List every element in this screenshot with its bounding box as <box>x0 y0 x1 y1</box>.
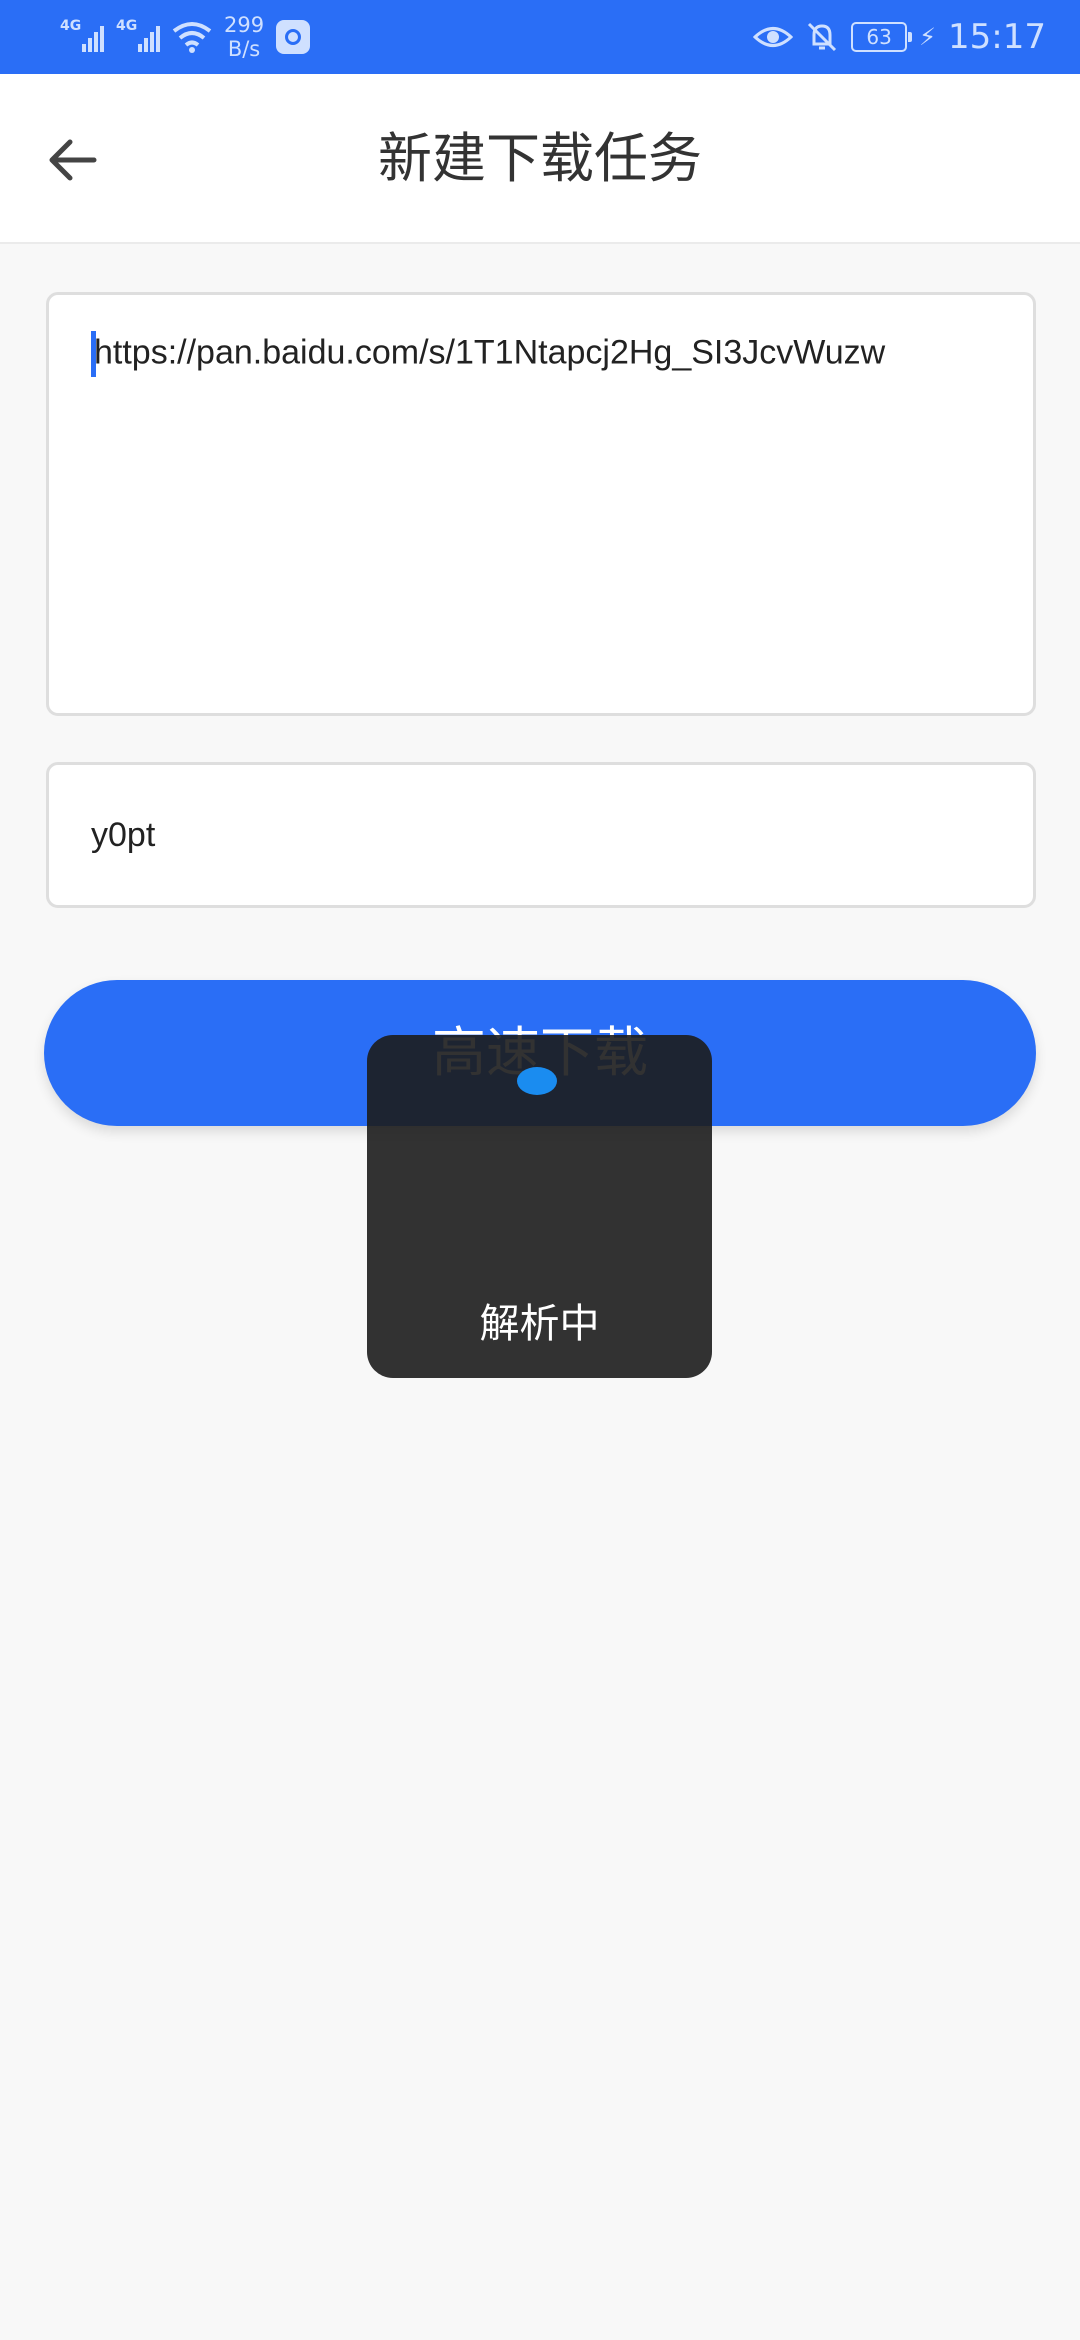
back-button[interactable] <box>30 118 114 202</box>
app-shield-icon <box>276 20 311 54</box>
share-link-value: https://pan.baidu.com/s/1T1Ntapcj2Hg_SI3… <box>94 333 886 372</box>
network-speed: 299 B/s <box>224 13 264 61</box>
signal-icon: 4G <box>116 18 160 52</box>
bell-off-icon <box>808 22 837 52</box>
status-left: 4G 4G 299 B/s <box>60 0 311 74</box>
loading-spinner-icon <box>517 1067 557 1095</box>
extraction-code-input[interactable]: y0pt <box>46 762 1036 908</box>
network-type-label: 4G <box>60 18 82 34</box>
extraction-code-value: y0pt <box>91 816 156 854</box>
loading-dialog: 解析中 <box>367 1035 712 1378</box>
charging-icon: ⚡ <box>919 23 937 51</box>
battery-level: 63 <box>866 25 892 49</box>
network-type-label: 4G <box>116 18 138 34</box>
eye-icon <box>753 27 794 47</box>
wifi-icon <box>172 22 212 53</box>
signal-icon: 4G <box>60 18 104 52</box>
status-right: 63 ⚡ 15:17 <box>753 0 1046 74</box>
loading-text: 解析中 <box>479 1301 600 1347</box>
status-bar: 4G 4G 299 B/s 63 ⚡ 15:17 <box>0 0 1080 74</box>
speed-value: 299 <box>224 13 265 37</box>
share-link-input[interactable]: https://pan.baidu.com/s/1T1Ntapcj2Hg_SI3… <box>46 292 1036 716</box>
app-bar: 新建下载任务 <box>0 74 1080 244</box>
page-title: 新建下载任务 <box>378 127 702 190</box>
speed-unit: B/s <box>227 37 261 61</box>
battery-icon: 63 <box>851 22 913 52</box>
arrow-left-icon <box>49 139 97 181</box>
clock: 15:17 <box>948 17 1046 57</box>
